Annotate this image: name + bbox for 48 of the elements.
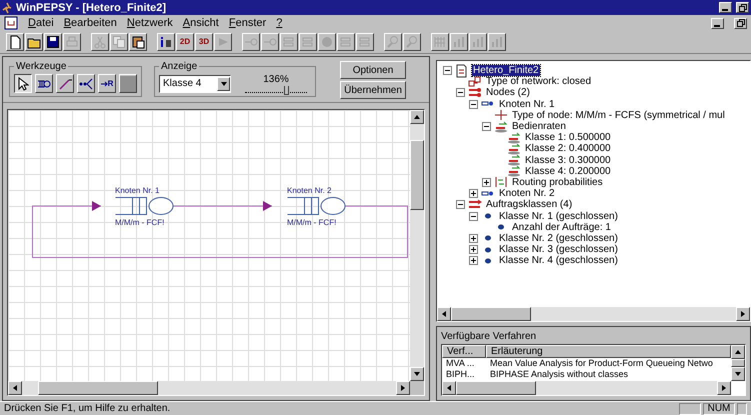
class-dropdown[interactable]: Klasse 4 [159,74,231,92]
tree-item[interactable]: Klasse 2: 0.400000 [524,143,612,154]
network-canvas[interactable]: Knoten Nr. 1 M/M/m - FCF! Knoten Nr. 2 M/M/m - FCF! [8,110,410,381]
column-header[interactable]: Erläuterung [486,345,731,358]
tree-item[interactable]: Anzahl der Aufträge: 1 [511,222,612,233]
table-cell-text: Mean Value Analysis for Product-Form Queueing Netwo [489,358,714,369]
table-cell-text: BIPHASE Analysis without classes [489,369,630,380]
group-title: Werkzeuge [15,61,68,72]
status-text: Drücken Sie F1, um Hilfe zu erhalten. [4,403,172,414]
window-title: WinPEPSY - [Hetero_Finite2] [16,2,168,14]
menu-item[interactable]: ? [276,17,282,29]
tree-item[interactable]: Knoten Nr. 2 [498,188,556,200]
menu-item[interactable]: Datei [28,17,54,29]
panel-title: Verfügbare Verfahren [441,331,538,342]
tree-item[interactable]: Klasse Nr. 3 (geschlossen) [498,244,619,256]
dialog-button[interactable]: Übernehmen [340,81,406,99]
toolbar-button[interactable]: 2D [176,33,194,51]
num-lock-indicator: NUM [703,402,735,414]
menu-item[interactable]: Netzwerk [126,17,173,29]
tree-item[interactable]: Type of network: closed [485,76,592,88]
node-type: M/M/m - FCF! [287,218,336,227]
menu-item[interactable]: Fenster [228,17,266,29]
node-type: M/M/m - FCF! [115,218,164,227]
table-cell-text: MVA ... [445,358,476,369]
tree-item[interactable]: Klasse Nr. 1 (geschlossen) [498,210,619,222]
tree-item[interactable]: Routing probabilities [511,176,604,188]
tree-item[interactable]: Type of node: M/M/m - FCFS (symmetrical / mul [511,110,726,121]
node-name: Knoten Nr. 2 [287,186,332,195]
column-header[interactable]: Verf... [442,345,486,358]
tree-item[interactable]: Auftragsklassen (4) [485,199,574,210]
tree-item[interactable]: Klasse 4: 0.200000 [524,166,612,177]
group-title: Anzeige [160,61,198,72]
tool-button[interactable]: R [98,74,116,93]
tree-item[interactable]: Klasse 1: 0.500000 [524,132,612,144]
tree-item[interactable]: Klasse 3: 0.300000 [524,154,612,166]
tree-item[interactable]: Nodes (2) [485,87,531,98]
node-name: Knoten Nr. 1 [115,186,160,195]
tree-item[interactable]: Bedienraten [511,121,567,132]
table-cell-text: BIPH... [445,369,476,380]
toolbar-button[interactable]: 3D [195,33,213,51]
dialog-button[interactable]: Optionen [340,61,406,79]
zoom-value: 136% [263,74,289,85]
menu-item[interactable]: Bearbeiten [64,17,117,29]
tree-item[interactable]: Klasse Nr. 4 (geschlossen) [498,255,619,266]
tree-item[interactable]: Knoten Nr. 1 [498,98,556,110]
tree-item[interactable]: Klasse Nr. 2 (geschlossen) [498,232,619,244]
tree-item[interactable]: Hetero_Finite2 [472,65,540,76]
menu-item[interactable]: Ansicht [182,17,219,29]
